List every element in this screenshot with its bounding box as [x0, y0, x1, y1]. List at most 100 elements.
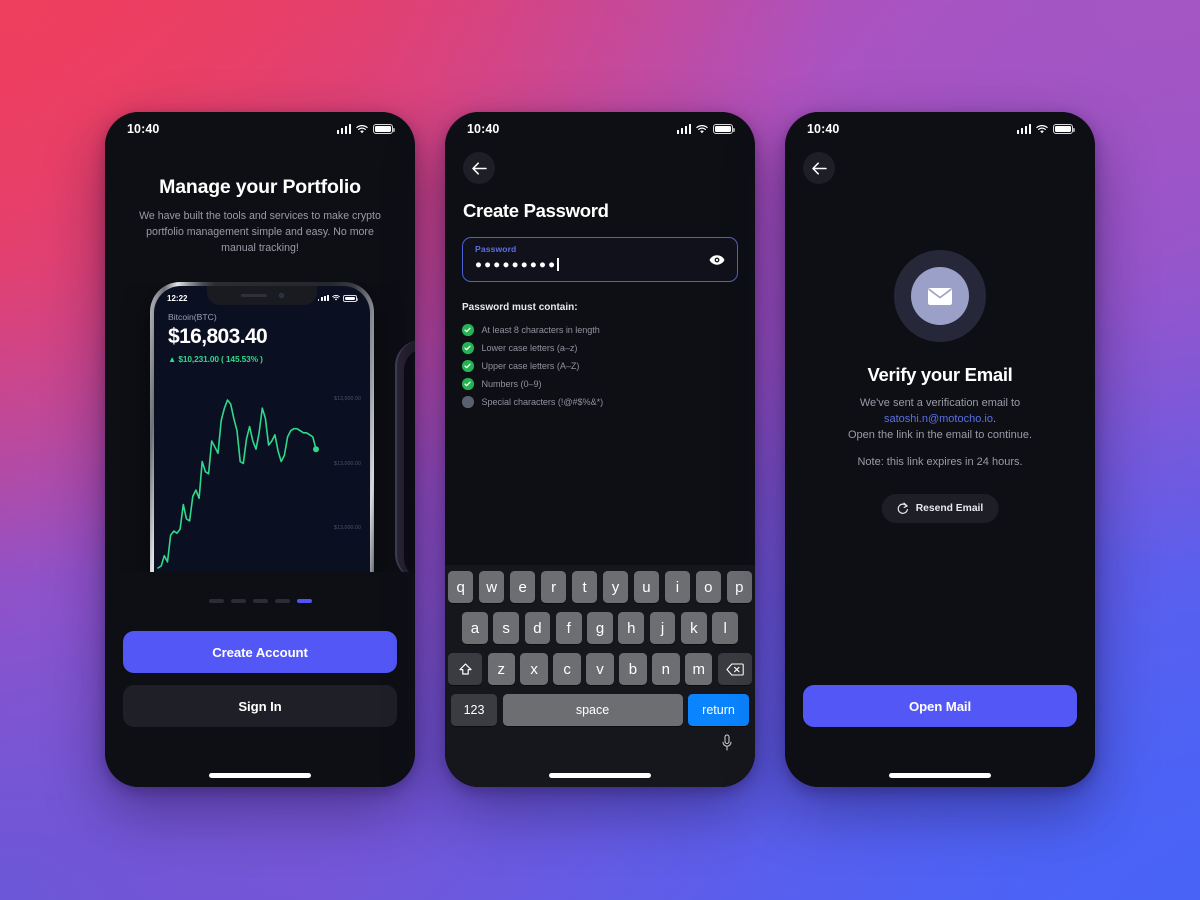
create-account-button[interactable]: Create Account: [123, 631, 397, 673]
status-bar-time: 10:40: [467, 122, 500, 136]
keyboard-key-x[interactable]: x: [520, 653, 548, 685]
requirement-label: Upper case letters (A–Z): [481, 361, 580, 371]
keyboard-key-z[interactable]: z: [487, 653, 515, 685]
screen-create-password: 10:40 Create Password Password ●●●●●●●●●…: [445, 112, 755, 787]
home-indicator: [889, 773, 991, 778]
keyboard-key-l[interactable]: l: [712, 612, 739, 644]
pagination-dot[interactable]: [252, 599, 268, 603]
keyboard-key-d[interactable]: d: [524, 612, 551, 644]
pagination-dot[interactable]: [208, 599, 224, 603]
keyboard-key-k[interactable]: k: [680, 612, 707, 644]
requirement-label: Numbers (0–9): [481, 379, 542, 389]
keyboard-row-3-letters[interactable]: zxcvbnm: [487, 653, 713, 685]
keyboard-row-1[interactable]: qwertyuiop: [447, 571, 753, 603]
dictation-button[interactable]: [721, 734, 733, 751]
mockup-status-bar: 12:22: [154, 291, 370, 305]
back-button[interactable]: [463, 152, 495, 184]
wifi-icon: [696, 124, 708, 134]
keyboard-key-u[interactable]: u: [633, 571, 660, 603]
shift-arrow-icon: [458, 662, 473, 677]
keyboard-key-i[interactable]: i: [664, 571, 691, 603]
keyboard-key-a[interactable]: a: [461, 612, 488, 644]
keyboard-key-t[interactable]: t: [571, 571, 598, 603]
wifi-icon: [356, 124, 368, 134]
backspace-key[interactable]: [718, 653, 752, 685]
keyboard-key-q[interactable]: q: [447, 571, 474, 603]
chart-y-label-top: $13,000.00: [334, 396, 361, 402]
pagination-dot[interactable]: [296, 599, 312, 603]
verify-body: We've sent a verification email to satos…: [801, 396, 1079, 444]
status-bar-icons: [676, 124, 735, 134]
keyboard-key-c[interactable]: c: [553, 653, 581, 685]
pagination-dot[interactable]: [230, 599, 246, 603]
keyboard-key-f[interactable]: f: [555, 612, 582, 644]
screen-onboarding: 10:40 Manage your Portfolio We have buil…: [105, 112, 415, 787]
keyboard-row-2[interactable]: asdfghjkl: [448, 612, 752, 644]
page-title: Verify your Email: [867, 364, 1013, 385]
shift-key[interactable]: [448, 653, 482, 685]
battery-icon: [713, 124, 735, 134]
requirement-item: Lower case letters (a–z): [462, 339, 738, 357]
refresh-icon: [897, 502, 909, 515]
keyboard-key-v[interactable]: v: [586, 653, 614, 685]
space-key[interactable]: space: [502, 694, 683, 726]
keyboard-key-n[interactable]: n: [652, 653, 680, 685]
cellular-signal-icon: [1016, 124, 1031, 134]
keyboard-key-m[interactable]: m: [685, 653, 713, 685]
check-circle-icon: [462, 324, 474, 336]
status-bar-time: 10:40: [807, 122, 840, 136]
battery-icon: [1053, 124, 1075, 134]
keyboard-key-r[interactable]: r: [540, 571, 567, 603]
back-button[interactable]: [803, 152, 835, 184]
keyboard-key-g[interactable]: g: [587, 612, 613, 644]
mockup-phone-frame: 12:22 Bitcoin(BTC) $16,803.40 ▲ $10,231.…: [150, 282, 374, 572]
text-caret: [557, 258, 559, 271]
coin-price: $16,803.40: [168, 325, 268, 348]
open-mail-button[interactable]: Open Mail: [803, 685, 1077, 727]
pagination-dot[interactable]: [274, 599, 290, 603]
keyboard-key-y[interactable]: y: [602, 571, 629, 603]
envelope-icon: [927, 287, 953, 306]
resend-email-button[interactable]: Resend Email: [881, 494, 999, 523]
requirements-heading: Password must contain:: [462, 302, 578, 313]
mockup-price-block: Bitcoin(BTC) $16,803.40 ▲ $10,231.00 ( 1…: [168, 312, 358, 364]
battery-icon: [373, 124, 395, 134]
keyboard-key-b[interactable]: b: [619, 653, 647, 685]
email-period: .: [992, 412, 997, 425]
resend-email-label: Resend Email: [915, 503, 984, 514]
numeric-key[interactable]: 123: [451, 694, 497, 726]
status-bar-time: 10:40: [127, 122, 160, 136]
page-title: Manage your Portfolio: [159, 176, 361, 198]
toggle-password-visibility-button[interactable]: [709, 254, 725, 265]
empty-circle-icon: [462, 396, 474, 408]
requirement-item: Special characters (!@#$%&*): [462, 393, 738, 411]
keyboard-key-w[interactable]: w: [478, 571, 505, 603]
chart-y-label-bottom: $13,000.00: [334, 525, 361, 531]
cellular-signal-icon: [336, 124, 351, 134]
keyboard-row-3[interactable]: zxcvbnm: [448, 653, 752, 685]
keyboard-key-e[interactable]: e: [509, 571, 536, 603]
keyboard-key-h[interactable]: h: [618, 612, 645, 644]
onscreen-keyboard[interactable]: qwertyuiop asdfghjkl zxcvbnm 123 space r…: [445, 565, 755, 787]
keyboard-key-p[interactable]: p: [726, 571, 753, 603]
status-bar: 10:40: [785, 112, 1095, 146]
recipient-email-link[interactable]: satoshi.n@motocho.io: [884, 413, 993, 425]
password-input[interactable]: ●●●●●●●●●: [475, 258, 725, 271]
keyboard-row-4[interactable]: 123 space return: [448, 694, 752, 726]
mockup-battery-icon: [343, 294, 358, 302]
onboarding-pagination[interactable]: [105, 599, 415, 603]
status-bar-icons: [1016, 124, 1075, 134]
return-key[interactable]: return: [688, 694, 749, 726]
verify-body-line2: Open the link in the email to continue.: [847, 428, 1033, 441]
arrow-left-icon: [471, 161, 487, 175]
email-illustration: [894, 250, 986, 342]
envelope-badge: [911, 267, 969, 325]
phone-create-password: 10:40 Create Password Password ●●●●●●●●●…: [445, 112, 755, 787]
keyboard-key-s[interactable]: s: [493, 612, 520, 644]
keyboard-key-j[interactable]: j: [649, 612, 676, 644]
keyboard-key-o[interactable]: o: [695, 571, 722, 603]
coin-change: ▲ $10,231.00 ( 145.53% ): [168, 354, 263, 364]
sign-in-button[interactable]: Sign In: [123, 685, 397, 727]
price-chart-svg: [157, 399, 319, 569]
password-field[interactable]: Password ●●●●●●●●●: [462, 237, 738, 282]
